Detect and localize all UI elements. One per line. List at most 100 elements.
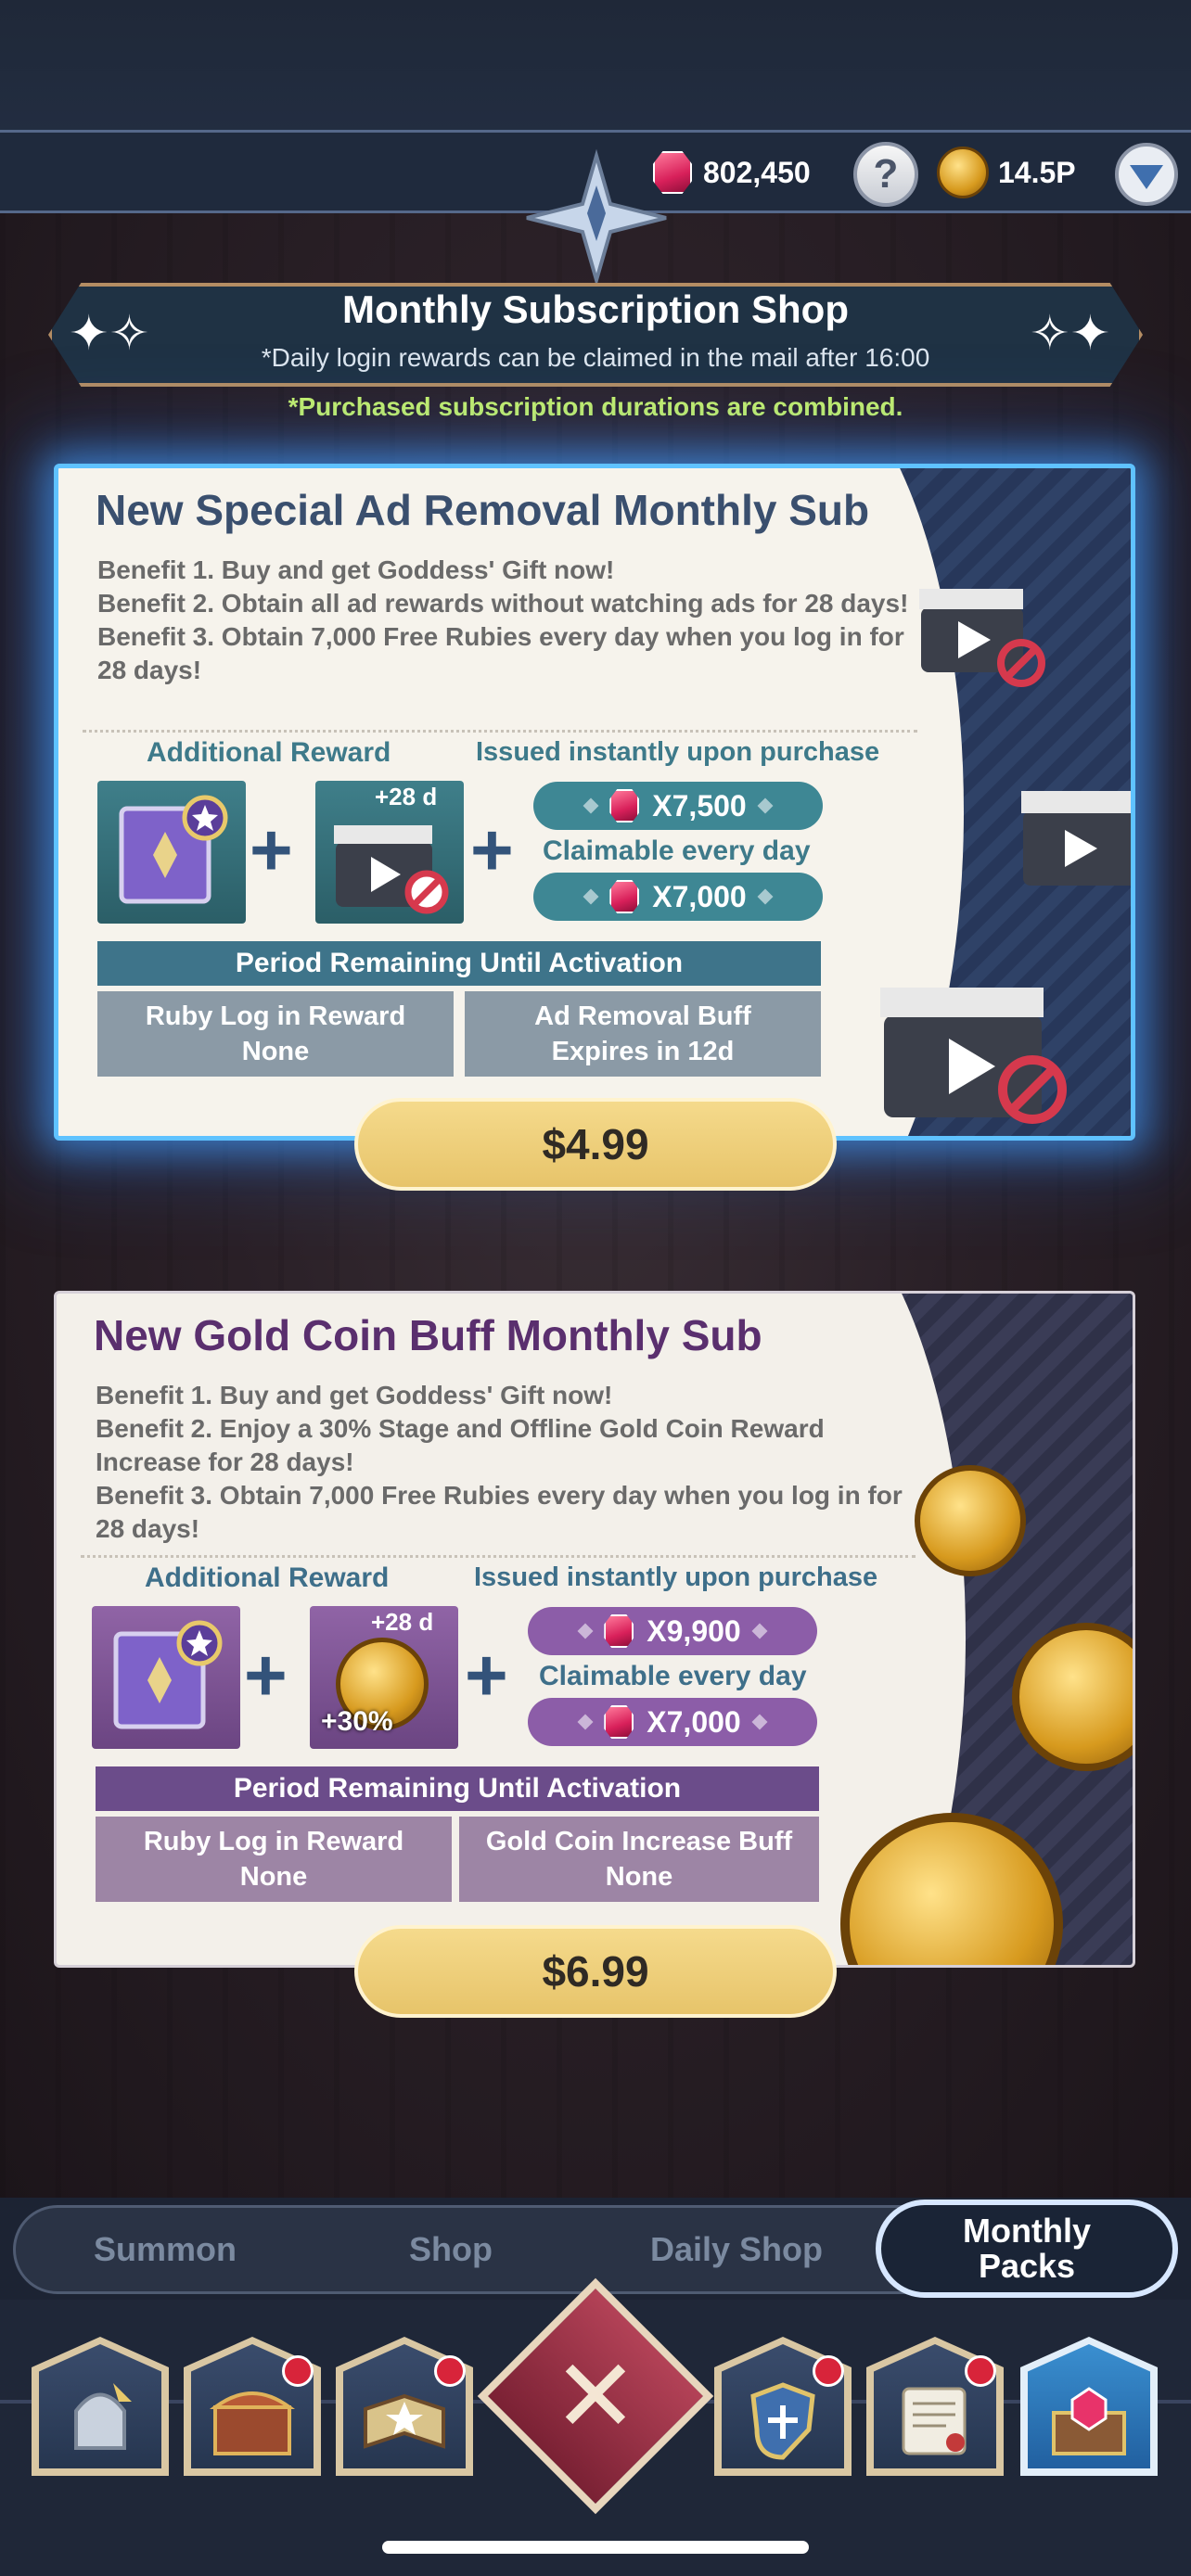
gold-buff-item[interactable]: +28 d +30% (310, 1606, 458, 1749)
additional-reward-label: Additional Reward (145, 1562, 390, 1593)
home-indicator (382, 2541, 809, 2554)
benefit-item: Benefit 3. Obtain 7,000 Free Rubies ever… (96, 1481, 903, 1543)
gold-coin-icon (915, 1465, 1026, 1576)
plus-icon: + (244, 1634, 288, 1716)
status-title: Ruby Log in Reward (143, 1827, 404, 1856)
benefit-item: Benefit 1. Buy and get Goddess' Gift now… (97, 555, 615, 584)
notification-dot (434, 2355, 466, 2387)
page-title: Monthly Subscription Shop (342, 287, 849, 331)
period-header: Period Remaining Until Activation (97, 941, 821, 986)
clapperboard-icon (880, 988, 1067, 1124)
pill-dot (583, 888, 599, 905)
gold-buff-status: Gold Coin Increase Buff None (459, 1817, 819, 1902)
pill-dot (751, 1714, 768, 1730)
benefit-item: Benefit 1. Buy and get Goddess' Gift now… (96, 1381, 613, 1409)
card-title: New Special Ad Removal Monthly Sub (96, 486, 870, 534)
ruby-icon (609, 789, 640, 823)
daily-ruby-value: X7,000 (647, 1704, 741, 1739)
ruby-login-reward-status: Ruby Log in Reward None (97, 991, 454, 1077)
ruby-amount: 802,450 (703, 155, 811, 189)
ruby-icon (609, 880, 640, 913)
tab-summon[interactable]: Summon (37, 2205, 293, 2294)
status-title: Ruby Log in Reward (145, 1001, 406, 1031)
pill-dot (577, 1623, 594, 1639)
shield-crest-icon (750, 2382, 815, 2460)
clapperboard-icon (919, 589, 1045, 687)
instant-ruby-amount: X9,900 (528, 1607, 817, 1655)
plus-icon: + (470, 809, 514, 891)
ruby-counter: 802,450 (653, 148, 811, 197)
gold-counter: 14.5P (937, 147, 1076, 198)
ruby-chest-icon (1052, 2387, 1126, 2455)
hero-helmet-icon (74, 2383, 132, 2450)
chevron-down-icon[interactable] (1113, 141, 1180, 208)
goddess-gift-item[interactable] (97, 781, 246, 924)
ad-removal-buff-status: Ad Removal Buff Expires in 12d (465, 991, 821, 1077)
notification-dot (282, 2355, 314, 2387)
instant-ruby-value: X9,900 (647, 1613, 741, 1648)
banner-subtitle: *Daily login rewards can be claimed in t… (261, 343, 930, 372)
additional-reward-label: Additional Reward (147, 737, 391, 768)
divider (81, 1555, 916, 1558)
tab-shop[interactable]: Shop (323, 2205, 579, 2294)
spellbook-icon (364, 2393, 445, 2449)
pill-dot (751, 1623, 768, 1639)
benefit-item: Benefit 3. Obtain 7,000 Free Rubies ever… (97, 622, 904, 684)
tab-label: Monthly (963, 2212, 1091, 2250)
gold-amount: 14.5P (998, 155, 1076, 189)
status-value: Expires in 12d (551, 1037, 735, 1066)
ruby-login-reward-status: Ruby Log in Reward None (96, 1817, 452, 1902)
buy-ad-removal-button[interactable]: $4.99 (354, 1098, 837, 1191)
daily-ruby-amount: X7,000 (533, 873, 823, 921)
help-button[interactable]: ? (853, 142, 918, 207)
status-title: Ad Removal Buff (534, 1001, 751, 1031)
notification-dot (813, 2355, 844, 2387)
pill-dot (757, 797, 774, 814)
notification-dot (965, 2355, 996, 2387)
ad-removal-item[interactable]: +28 d (315, 781, 464, 924)
plus-icon: + (465, 1634, 508, 1716)
treasure-chest-icon (209, 2391, 296, 2455)
ruby-icon (653, 151, 692, 194)
ruby-icon (604, 1705, 634, 1739)
ruby-icon (604, 1614, 634, 1648)
subscription-note: *Purchased subscription durations are co… (288, 392, 903, 421)
ad-removal-sub-card: New Special Ad Removal Monthly Sub Benef… (54, 464, 1135, 1141)
pill-dot (583, 797, 599, 814)
bonus-label: +30% (321, 1706, 393, 1737)
duration-badge: +28 d (375, 783, 438, 810)
status-value: None (605, 1862, 673, 1892)
issued-instantly-label: Issued instantly upon purchase (474, 1562, 878, 1592)
gold-coin-sub-card: New Gold Coin Buff Monthly Sub Benefit 1… (54, 1291, 1135, 1968)
duration-badge: +28 d (371, 1608, 434, 1636)
claimable-daily-label: Claimable every day (543, 835, 811, 866)
goddess-gift-item[interactable] (92, 1606, 240, 1749)
daily-ruby-amount: X7,000 (528, 1698, 817, 1746)
tab-daily-shop[interactable]: Daily Shop (608, 2205, 864, 2294)
status-value: None (241, 1037, 310, 1066)
pill-dot (577, 1714, 594, 1730)
benefit-item: Benefit 2. Enjoy a 30% Stage and Offline… (96, 1414, 825, 1476)
close-icon: ✕ (552, 2340, 639, 2454)
plus-icon: + (250, 809, 293, 891)
clapperboard-icon (1021, 791, 1131, 886)
instant-ruby-amount: X7,500 (533, 782, 823, 830)
period-header: Period Remaining Until Activation (96, 1766, 819, 1811)
claimable-daily-label: Claimable every day (539, 1661, 807, 1691)
tab-label: Packs (978, 2247, 1076, 2285)
benefit-item: Benefit 2. Obtain all ad rewards without… (97, 589, 909, 618)
gold-coin-icon (937, 147, 989, 198)
clapperboard-icon (334, 825, 449, 914)
scroll-letter-icon (902, 2387, 967, 2455)
divider (83, 730, 917, 733)
status-value: None (239, 1862, 308, 1892)
daily-ruby-value: X7,000 (652, 879, 747, 913)
issued-instantly-label: Issued instantly upon purchase (476, 737, 880, 767)
card-title: New Gold Coin Buff Monthly Sub (94, 1311, 762, 1359)
buy-gold-buff-button[interactable]: $6.99 (354, 1925, 837, 2018)
spellbook-icon (119, 795, 228, 904)
spellbook-icon (113, 1620, 223, 1729)
instant-ruby-value: X7,500 (652, 788, 747, 823)
pill-dot (757, 888, 774, 905)
tab-monthly-packs[interactable]: Monthly Packs (876, 2200, 1178, 2298)
